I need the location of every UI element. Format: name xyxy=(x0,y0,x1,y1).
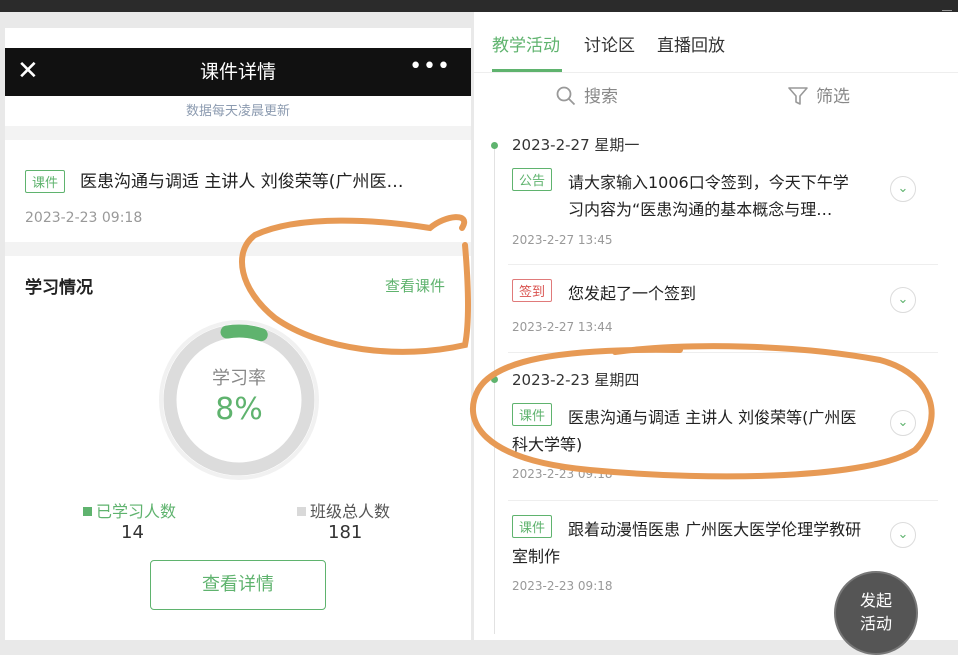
learned-count: 14 xyxy=(121,522,144,543)
start-activity-button[interactable]: 发起 活动 xyxy=(834,571,918,655)
courseware-tag: 课件 xyxy=(25,170,66,193)
feed-divider xyxy=(508,500,938,501)
tab-live-replay[interactable]: 直播回放 xyxy=(657,31,725,56)
page-title: 课件详情 xyxy=(199,61,276,83)
total-swatch-icon xyxy=(297,507,306,516)
search-icon xyxy=(556,86,576,106)
feed-item-text: 您发起了一个签到 xyxy=(568,284,697,303)
learned-swatch-icon xyxy=(83,507,92,516)
start-activity-label-line2: 活动 xyxy=(859,614,892,633)
more-icon[interactable]: ••• xyxy=(409,52,451,82)
search-button[interactable]: 搜索 xyxy=(556,82,618,107)
tab-teaching-activities[interactable]: 教学活动 xyxy=(492,31,560,56)
filter-icon xyxy=(788,87,808,105)
feed-divider xyxy=(508,352,938,353)
total-legend: 班级总人数 xyxy=(297,498,390,522)
chevron-down-icon[interactable]: ⌄ xyxy=(890,287,916,313)
feed-item-text: 医患沟通与调适 主讲人 刘俊荣等(广州医科大学等) xyxy=(512,408,857,454)
window-top-bar xyxy=(0,0,958,12)
section-divider xyxy=(5,126,471,140)
feed-item-time: 2023-2-23 09:18 xyxy=(512,579,613,593)
tab-discussion[interactable]: 讨论区 xyxy=(584,31,635,56)
chevron-down-icon[interactable]: ⌄ xyxy=(890,522,916,548)
progress-label: 学习率 xyxy=(212,368,266,389)
learned-label: 已学习人数 xyxy=(96,502,177,521)
view-course-link[interactable]: 查看课件 xyxy=(385,275,445,296)
chevron-down-icon[interactable]: ⌄ xyxy=(890,176,916,202)
feed-item-time: 2023-2-27 13:45 xyxy=(512,233,613,247)
section-divider xyxy=(5,242,471,256)
feed-divider xyxy=(508,264,938,265)
feed-item-time: 2023-2-27 13:44 xyxy=(512,320,613,334)
update-notice: 数据每天凌晨更新 xyxy=(185,104,290,119)
close-icon[interactable]: ✕ xyxy=(17,54,39,88)
tab-divider xyxy=(474,72,958,73)
feed-item-text: 请大家输入1006口令签到，今天下午学习内容为“医患沟通的基本概念与理… xyxy=(568,173,849,219)
timeline-dot xyxy=(491,142,498,149)
learned-legend: 已学习人数 xyxy=(83,498,176,522)
study-section-title: 学习情况 xyxy=(25,278,93,298)
detail-header: 课件详情 ✕ ••• xyxy=(5,48,471,96)
total-label: 班级总人数 xyxy=(310,502,391,521)
feed-item-time: 2023-2-23 09:18 xyxy=(512,467,613,481)
progress-value: 8% xyxy=(215,392,263,427)
timeline-line xyxy=(494,144,495,634)
announcement-tag: 公告 xyxy=(512,168,553,191)
courseware-detail-panel: 课件详情 ✕ ••• 数据每天凌晨更新 课件 医患沟通与调适 主讲人 刘俊荣等(… xyxy=(5,28,471,640)
total-count: 181 xyxy=(328,522,363,543)
chevron-down-icon[interactable]: ⌄ xyxy=(890,410,916,436)
view-details-button[interactable]: 查看详情 xyxy=(150,560,326,610)
filter-button[interactable]: 筛选 xyxy=(788,82,850,107)
date-heading: 2023-2-23 星期四 xyxy=(512,371,640,389)
courseware-date: 2023-2-23 09:18 xyxy=(25,210,143,226)
start-activity-label-line1: 发起 xyxy=(859,591,892,610)
filter-label: 筛选 xyxy=(816,87,850,107)
date-heading: 2023-2-27 星期一 xyxy=(512,136,640,154)
search-label: 搜索 xyxy=(584,87,618,107)
timeline-dot xyxy=(491,376,498,383)
courseware-title: 医患沟通与调适 主讲人 刘俊荣等(广州医… xyxy=(80,172,404,192)
feed-item-text: 跟着动漫悟医患 广州医大医学伦理学教研室制作 xyxy=(512,520,862,566)
checkin-tag: 签到 xyxy=(512,279,553,302)
activity-panel: 教学活动 讨论区 直播回放 搜索 筛选 2023-2-27 星期一 公告 请大家… xyxy=(474,12,958,640)
